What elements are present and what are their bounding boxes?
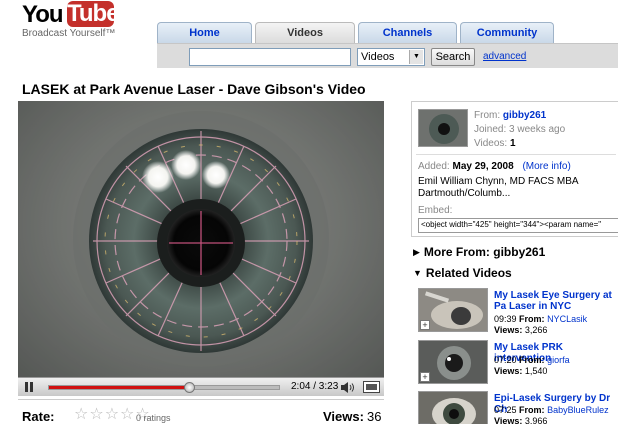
volume-icon[interactable] bbox=[340, 381, 356, 394]
related-views-label: Views: bbox=[494, 416, 523, 424]
related-meta: 09:39 From: NYCLasik bbox=[494, 314, 587, 324]
youtube-logo[interactable]: You Tube Broadcast Yourself™ bbox=[22, 0, 120, 40]
added-line: Added: May 29, 2008 (More info) bbox=[418, 161, 571, 172]
progress-bar[interactable] bbox=[48, 382, 280, 393]
search-scope-value: Videos bbox=[361, 51, 395, 63]
related-views-count: 1,540 bbox=[524, 366, 548, 376]
add-to-quicklist-icon[interactable]: + bbox=[420, 372, 430, 382]
related-title[interactable]: My Lasek Eye Surgery at Pa Laser in NYC bbox=[494, 290, 618, 312]
add-to-quicklist-icon[interactable]: + bbox=[420, 320, 430, 330]
info-divider bbox=[416, 154, 616, 155]
chevron-down-icon: ▼ bbox=[409, 50, 423, 64]
progress-scrubber[interactable] bbox=[184, 382, 196, 393]
video-title: LASEK at Park Avenue Laser - Dave Gibson… bbox=[22, 81, 366, 97]
tab-channels[interactable]: Channels bbox=[358, 22, 457, 43]
related-item[interactable]: + Epi-Lasek Surgery by Dr Ch 07:25 From:… bbox=[418, 391, 618, 424]
related-views: Views: 3,966 bbox=[494, 416, 547, 424]
logo-you-text: You bbox=[22, 1, 64, 28]
related-from-link[interactable]: NYCLasik bbox=[547, 314, 587, 324]
tab-videos[interactable]: Videos bbox=[255, 22, 355, 43]
tab-home[interactable]: Home bbox=[157, 22, 252, 43]
video-player[interactable]: 2:04 / 3:23 bbox=[18, 101, 384, 396]
eye-thumbnail-icon bbox=[419, 392, 487, 424]
related-views: Views: 3,266 bbox=[494, 325, 547, 335]
related-duration: 07:20 bbox=[494, 355, 517, 365]
added-date: May 29, 2008 bbox=[452, 161, 514, 172]
related-meta: 07:20 From: giorfa bbox=[494, 355, 570, 365]
from-label: From: bbox=[474, 110, 501, 121]
time-readout: 2:04 / 3:23 bbox=[291, 381, 339, 392]
rating-row: Rate: ☆ ☆ ☆ ☆ ☆ 0 ratings Views: 36 bbox=[18, 399, 384, 424]
pause-icon[interactable] bbox=[22, 381, 36, 394]
star-icon[interactable]: ☆ bbox=[120, 406, 134, 424]
related-item[interactable]: + My Lasek PRK intervention 07:20 From: … bbox=[418, 340, 618, 390]
logo-tube-box: Tube bbox=[67, 0, 120, 27]
related-views-label: Views: bbox=[494, 366, 523, 376]
related-views-label: Views: bbox=[494, 325, 523, 335]
related-from-link[interactable]: BabyBlueRulez bbox=[547, 405, 609, 415]
expand-triangle-icon: ▶ bbox=[413, 247, 420, 257]
star-icon[interactable]: ☆ bbox=[74, 406, 88, 424]
related-duration: 07:25 bbox=[494, 405, 517, 415]
related-from-label: From: bbox=[519, 314, 545, 324]
related-views-count: 3,966 bbox=[524, 416, 548, 424]
logo-tagline: Broadcast Yourself™ bbox=[22, 28, 116, 39]
advanced-search-link[interactable]: advanced bbox=[483, 51, 526, 62]
related-from-link[interactable]: giorfa bbox=[547, 355, 570, 365]
description-line-1: Emil William Chynn, MD FACS MBA bbox=[418, 176, 579, 187]
related-duration: 09:39 bbox=[494, 314, 517, 324]
search-bar: Videos ▼ Search advanced bbox=[157, 43, 618, 68]
uploader-avatar[interactable] bbox=[418, 109, 468, 147]
search-input[interactable] bbox=[189, 48, 351, 66]
fullscreen-icon[interactable] bbox=[363, 381, 380, 393]
related-from-label: From: bbox=[519, 355, 545, 365]
from-line: From: gibby261 bbox=[474, 110, 546, 121]
search-button[interactable]: Search bbox=[431, 48, 475, 66]
videos-label: Videos: bbox=[474, 138, 508, 149]
related-views-count: 3,266 bbox=[524, 325, 548, 335]
related-thumbnail[interactable]: + bbox=[418, 288, 488, 332]
views-label: Views: bbox=[323, 409, 364, 424]
embed-code-field[interactable]: <object width="425" height="344"><param … bbox=[418, 218, 618, 233]
related-meta: 07:25 From: BabyBlueRulez bbox=[494, 405, 609, 415]
videos-line: Videos: 1 bbox=[474, 138, 516, 149]
eye-thumbnail-icon bbox=[419, 110, 467, 146]
more-from-header[interactable]: ▶ More From: gibby261 bbox=[413, 245, 545, 259]
more-info-link[interactable]: (More info) bbox=[522, 161, 570, 172]
description-line-2: Dartmouth/Columb... bbox=[418, 188, 511, 199]
ratings-count: 0 ratings bbox=[136, 413, 171, 423]
joined-line: Joined: 3 weeks ago bbox=[474, 124, 566, 135]
main-nav: Home Videos Channels Community bbox=[157, 22, 554, 43]
videos-count: 1 bbox=[509, 138, 516, 149]
video-info-panel: From: gibby261 Joined: 3 weeks ago Video… bbox=[411, 101, 618, 237]
player-controls: 2:04 / 3:23 bbox=[18, 377, 384, 396]
tab-community[interactable]: Community bbox=[460, 22, 554, 43]
embed-label: Embed: bbox=[418, 205, 453, 216]
related-thumbnail[interactable]: + bbox=[418, 391, 488, 424]
related-videos-title: Related Videos bbox=[425, 266, 512, 280]
related-videos-header[interactable]: ▼ Related Videos bbox=[413, 266, 512, 280]
collapse-triangle-icon: ▼ bbox=[413, 268, 422, 278]
star-icon[interactable]: ☆ bbox=[105, 406, 119, 424]
related-thumbnail[interactable]: + bbox=[418, 340, 488, 384]
rate-label: Rate: bbox=[22, 409, 55, 424]
related-item[interactable]: + My Lasek Eye Surgery at Pa Laser in NY… bbox=[418, 288, 618, 338]
related-views: Views: 1,540 bbox=[494, 366, 547, 376]
star-icon[interactable]: ☆ bbox=[89, 406, 103, 424]
added-label: Added: bbox=[418, 161, 450, 172]
progress-fill bbox=[49, 386, 190, 389]
eye-image bbox=[18, 101, 384, 377]
related-from-label: From: bbox=[519, 405, 545, 415]
video-frame[interactable] bbox=[18, 101, 384, 377]
more-from-title: More From: gibby261 bbox=[423, 245, 546, 259]
uploader-link[interactable]: gibby261 bbox=[503, 110, 546, 121]
search-scope-select[interactable]: Videos ▼ bbox=[357, 48, 425, 66]
views-count: 36 bbox=[367, 409, 382, 424]
